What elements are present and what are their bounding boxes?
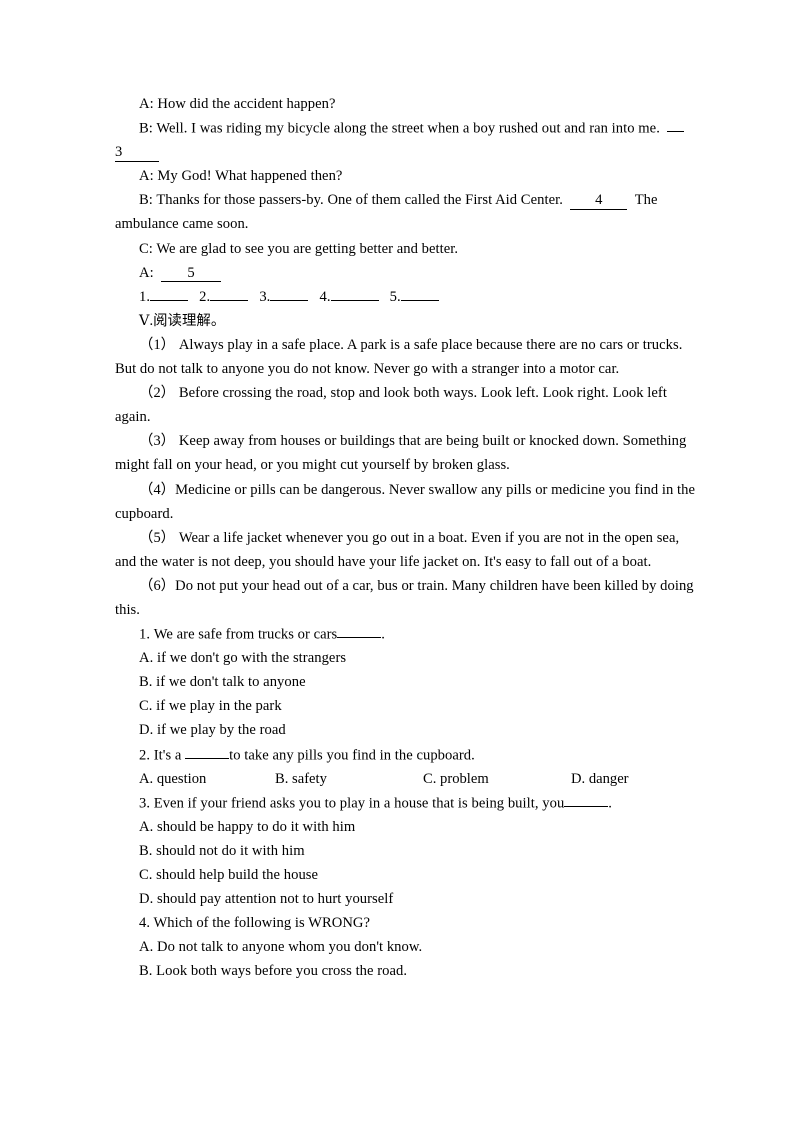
passage-paragraph-5-line-2: and the water is not deep, you should ha… [115,553,652,570]
passage-paragraph-1-line-2: But do not talk to anyone you do not kno… [115,361,620,378]
question-2-option-c[interactable]: C. problem [423,767,571,791]
question-1-number: 1. [139,626,151,643]
paragraph-marker-3: （3） [139,433,176,450]
question-2-blank[interactable] [185,743,230,759]
question-3-period: . [608,795,612,812]
document-page: A: How did the accident happen? B: Well.… [0,0,794,1123]
fill-blank-3[interactable]: 3 [115,144,159,162]
question-2-option-b[interactable]: B. safety [275,767,423,791]
question-3-number: 3. [139,795,151,812]
question-2-number: 2. [139,746,151,763]
paragraph-2-text-1: Before crossing the road, stop and look … [178,385,667,402]
passage-paragraph-2-line-1: （2） Before crossing the road, stop and l… [115,381,680,405]
question-1-text: We are safe from trucks or cars [153,626,338,643]
question-1-option-b[interactable]: B. if we don't talk to anyone [115,670,680,694]
dialogue-line-b2: B: Thanks for those passers-by. One of t… [115,188,680,212]
paragraph-marker-2: （2） [139,385,176,402]
question-3-option-c[interactable]: C. should help build the house [115,863,680,887]
paragraph-marker-5: （5） [139,529,176,546]
question-4-option-a[interactable]: A. Do not talk to anyone whom you don't … [115,935,680,959]
question-3-option-b[interactable]: B. should not do it with him [115,839,680,863]
question-3-option-a[interactable]: A. should be happy to do it with him [115,815,680,839]
question-1-stem: 1. We are safe from trucks or cars. [115,622,680,646]
passage-paragraph-3-line-1: （3） Keep away from houses or buildings t… [115,429,686,453]
passage-paragraph-6-line-2: this. [115,601,140,618]
paragraph-marker-1: （1） [139,336,176,353]
paragraph-marker-6: （6） [139,577,176,594]
answer-blank-4[interactable] [330,285,379,302]
dialogue-line-b1-text: B: Well. I was riding my bicycle along t… [139,120,660,137]
paragraph-1-text-1: Always play in a safe place. A park is a… [178,336,683,353]
answer-blank-5[interactable] [400,285,439,302]
answer-blank-label-4: 4. [319,289,331,306]
passage-paragraph-1-line-1: （1） Always play in a safe place. A park … [115,333,683,357]
question-2-tail: to take any pills you find in the cupboa… [229,746,475,763]
passage-paragraph-4-line-1: （4）Medicine or pills can be dangerous. N… [115,478,695,502]
answer-blank-label-1: 1. [139,289,151,306]
dialogue-line-a2: A: My God! What happened then? [139,168,343,185]
question-1-blank[interactable] [337,622,382,639]
answer-blank-3[interactable] [270,285,309,302]
question-4-option-b[interactable]: B. Look both ways before you cross the r… [115,959,680,983]
fill-blank-5[interactable]: 5 [161,265,222,282]
paragraph-marker-4: （4） [139,481,176,498]
dialogue-line-b2-wrap: ambulance came soon. [115,216,249,233]
question-2-text: It's a [153,746,182,763]
answer-blank-1[interactable] [150,285,189,302]
question-3-text: Even if your friend asks you to play in … [153,795,565,812]
dialogue-line-a1: A: How did the accident happen? [139,96,336,112]
passage-paragraph-3-line-2: might fall on your head, or you might cu… [115,457,510,474]
document-body: A: How did the accident happen? B: Well.… [115,92,695,983]
dialogue-line-b2-tail: The [634,192,658,209]
paragraph-6-text-1: Do not put your head out of a car, bus o… [175,577,694,594]
passage-paragraph-2-line-2: again. [115,409,151,426]
fill-blank-4[interactable]: 4 [570,193,628,210]
dialogue-line-b1-wrap: 3 [115,140,680,164]
dialogue-line-a3-label: A: [139,264,154,281]
question-3-option-d[interactable]: D. should pay attention not to hurt your… [115,887,680,911]
question-1-period: . [381,626,385,643]
passage-paragraph-6-line-1: （6）Do not put your head out of a car, bu… [115,574,694,598]
answer-blanks-row: 1. 2. 3. 4. 5. [115,285,680,309]
dialogue-line-b2-text: B: Thanks for those passers-by. One of t… [139,192,563,209]
section-heading: Ⅴ.阅读理解。 [139,312,226,329]
passage-paragraph-5-line-1: （5） Wear a life jacket whenever you go o… [115,526,680,550]
dialogue-line-a3: A: 5 [115,261,680,285]
paragraph-4-text-1: Medicine or pills can be dangerous. Neve… [175,481,696,498]
paragraph-3-text-1: Keep away from houses or buildings that … [178,433,687,450]
question-3-blank[interactable] [564,791,609,808]
dialogue-line-b1: B: Well. I was riding my bicycle along t… [115,116,685,140]
question-4-stem: 4. Which of the following is WRONG? [139,915,371,932]
passage-paragraph-4-line-2: cupboard. [115,505,174,522]
fill-blank-3-start[interactable] [667,116,685,133]
answer-blank-2[interactable] [210,285,249,302]
question-2-options-row: A. question B. safety C. problem D. danger [115,767,680,791]
answer-blank-label-5: 5. [389,289,401,306]
question-1-option-a[interactable]: A. if we don't go with the strangers [115,646,680,670]
question-1-option-c[interactable]: C. if we play in the park [115,694,680,718]
question-2-option-a[interactable]: A. question [139,767,275,791]
dialogue-line-c1: C: We are glad to see you are getting be… [139,240,459,257]
answer-blank-label-2: 2. [199,289,211,306]
question-3-stem: 3. Even if your friend asks you to play … [115,791,680,815]
answer-blank-label-3: 3. [259,289,271,306]
question-1-option-d[interactable]: D. if we play by the road [115,718,680,742]
question-2-option-d[interactable]: D. danger [571,767,629,791]
paragraph-5-text-1: Wear a life jacket whenever you go out i… [178,529,680,546]
question-2-stem: 2. It's a to take any pills you find in … [115,743,680,767]
